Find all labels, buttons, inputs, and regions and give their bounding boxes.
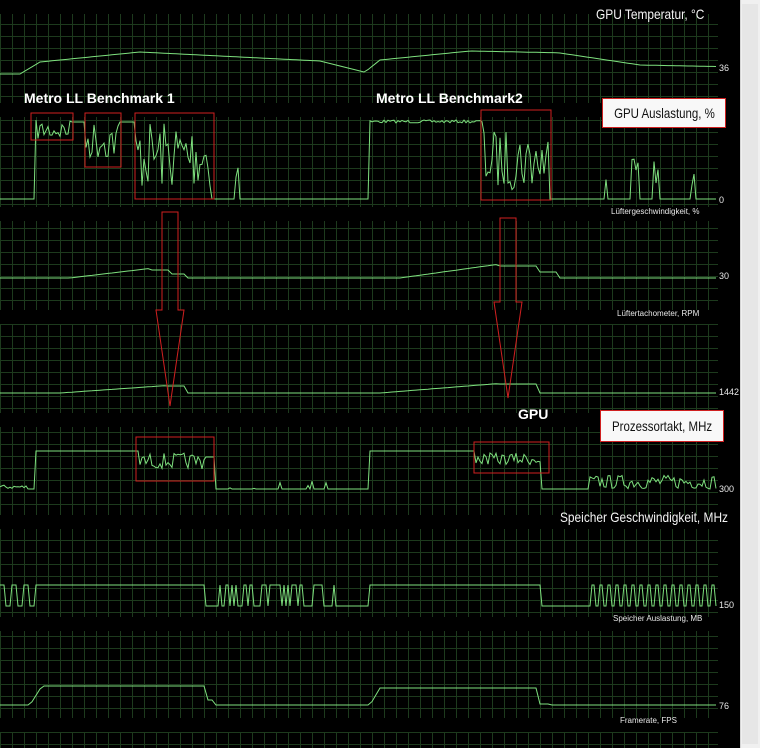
value-fan-speed: 30 (719, 271, 730, 281)
highlight-box-clock-1 (473, 441, 550, 474)
panel-header-6 (0, 617, 718, 631)
panel-title-core-clock: Prozessortakt, MHz (600, 410, 724, 442)
scrollbar-thumb[interactable] (742, 4, 758, 744)
annotation-benchmark-1: Metro LL Benchmark 1 (24, 90, 175, 106)
panel-title-gpu-temperature: GPU Temperatur, °C (596, 6, 705, 22)
series-core-clock (0, 450, 717, 491)
value-core-clock: 300 (719, 484, 735, 494)
panel-header-7 (0, 718, 718, 732)
panel-header-3 (0, 310, 718, 324)
panel-title-gpu-load: GPU Auslastung, % (602, 98, 726, 128)
panel-title-fan-tachometer: Lüftertachometer, RPM (617, 309, 700, 318)
arrow-benchmark-2 (493, 217, 523, 399)
panel-title-fan-speed: Lüftergeschwindigkeit, % (611, 207, 700, 216)
series-fan-speed (0, 264, 716, 279)
annotation-gpu: GPU (518, 406, 549, 422)
annotation-benchmark-2: Metro LL Benchmark2 (376, 90, 523, 106)
value-gpu-temperature: 36 (719, 63, 730, 73)
value-fan-tachometer: 1442 (719, 387, 740, 397)
value-memory-clock: 150 (719, 600, 735, 610)
hardware-monitor: GPU Temperatur, °C GPU Auslastung, % Lüf… (0, 0, 760, 748)
series-gpu-temperature (0, 50, 717, 75)
value-gpu-load: 0 (719, 195, 725, 205)
value-memory-usage: 76 (719, 701, 730, 711)
highlight-box-clock-0 (135, 436, 215, 482)
series-fan-tachometer (0, 383, 716, 394)
panel-title-memory-clock: Speicher Geschwindigkeit, MHz (560, 509, 728, 525)
series-gpu-load (0, 119, 716, 200)
highlight-box-load-3 (480, 109, 552, 201)
series-memory-usage (0, 685, 716, 706)
arrow-benchmark-1 (155, 211, 185, 407)
panel-title-framerate: Framerate, FPS (620, 716, 677, 725)
series-memory-clock (0, 584, 717, 607)
panel-title-memory-usage: Speicher Auslastung, MB (613, 614, 703, 623)
